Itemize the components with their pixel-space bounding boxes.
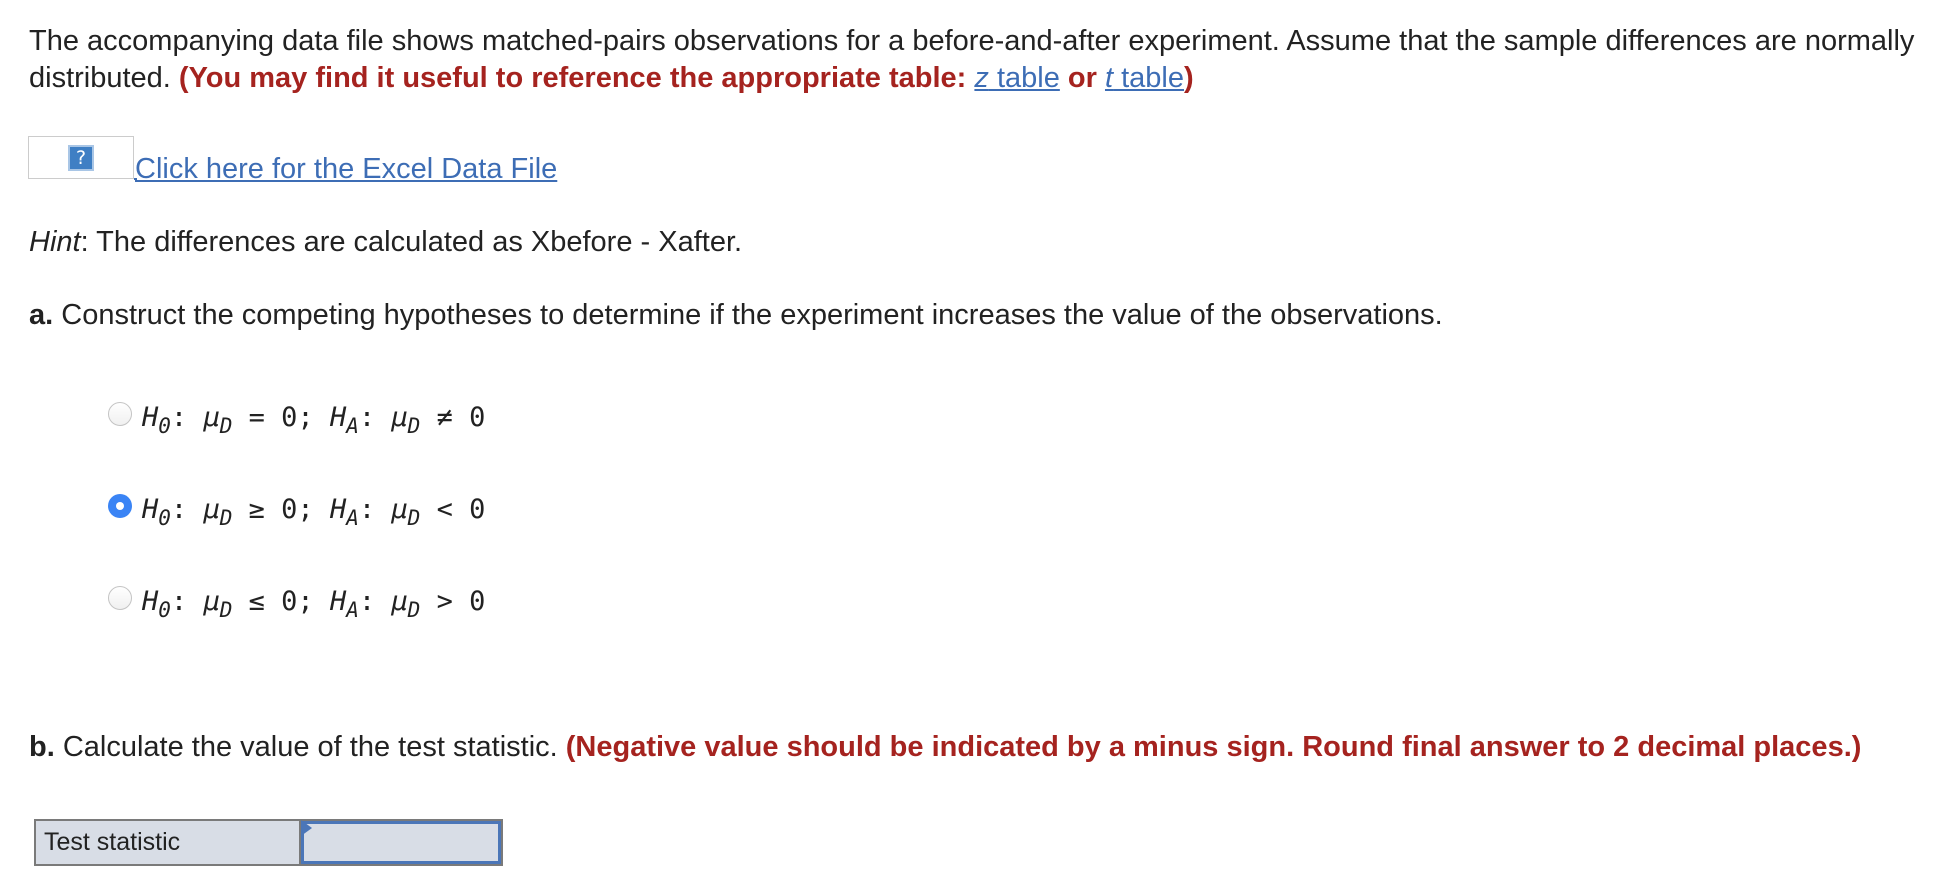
excel-data-file-link[interactable]: Click here for the Excel Data File [135,151,557,187]
test-statistic-input[interactable] [301,821,501,864]
note-prefix: (You may find it useful to reference the… [178,62,975,94]
hint-label: Hint [29,226,81,258]
hypothesis-option[interactable]: H0: μD ≥ 0; HA: μD < 0 [108,492,485,532]
radio-button-selected[interactable] [108,494,132,518]
test-statistic-table: Test statistic [34,819,503,866]
broken-image-icon: ? [68,145,94,171]
hypothesis-option[interactable]: H0: μD ≤ 0; HA: μD > 0 [108,584,485,624]
test-statistic-label: Test statistic [36,821,301,864]
radio-button[interactable] [108,586,132,610]
part-b-letter: b. [29,731,55,763]
hypothesis-formula: H0: μD ≤ 0; HA: μD > 0 [142,586,486,622]
table-reference-note: (You may find it useful to reference the… [179,62,1194,94]
input-corner-marker-icon [301,820,312,836]
part-b-question: b. Calculate the value of the test stati… [29,729,1929,766]
part-b-text: Calculate the value of the test statisti… [54,731,566,763]
hypothesis-formula: H0: μD ≥ 0; HA: μD < 0 [142,494,486,530]
note-suffix: ) [1184,62,1194,94]
problem-intro: The accompanying data file shows matched… [29,23,1949,97]
hypothesis-option[interactable]: H0: μD = 0; HA: μD ≠ 0 [108,400,485,440]
hint-text: : The differences are calculated as Xbef… [80,226,743,258]
hypothesis-formula: H0: μD = 0; HA: μD ≠ 0 [142,402,486,438]
radio-button[interactable] [108,402,132,426]
part-a-letter: a. [29,299,54,331]
or-text: or [1059,62,1105,94]
excel-image-placeholder[interactable]: ? [28,136,134,179]
test-statistic-cell[interactable] [301,820,501,864]
part-b-instruction: (Negative value should be indicated by a… [565,731,1862,763]
part-a-text: Construct the competing hypotheses to de… [53,299,1443,331]
z-table-label: table [988,62,1060,94]
t-table-label: table [1113,62,1184,94]
z-table-link[interactable]: z table [974,62,1059,94]
t-table-link[interactable]: t table [1105,62,1184,94]
z-symbol: z [974,62,989,94]
hint: Hint: The differences are calculated as … [29,224,742,261]
t-symbol: t [1104,62,1114,94]
part-a-question: a. Construct the competing hypotheses to… [29,297,1443,334]
